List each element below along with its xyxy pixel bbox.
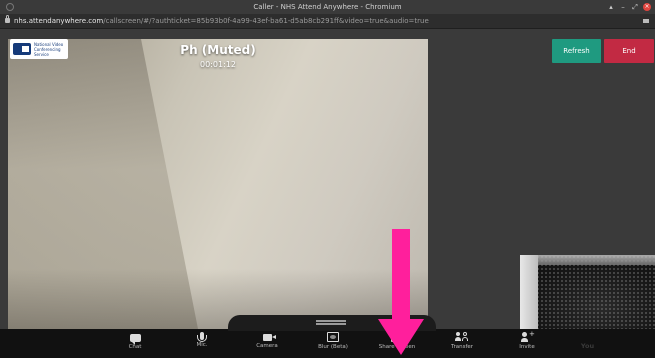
invite-icon: + [521,331,535,342]
browser-title-bar: Caller - NHS Attend Anywhere - Chromium … [0,0,655,14]
call-stage: National Video Conferencing Service Ph (… [0,29,655,358]
minimize-icon[interactable]: – [618,0,628,14]
blur-button[interactable]: Blur (Beta) [308,332,358,358]
refresh-button[interactable]: Refresh [552,39,601,63]
blur-icon [327,332,339,342]
url-host: nhs.attendanywhere.com [14,17,104,25]
extension-icon[interactable] [643,19,649,23]
mic-label: Mic. [196,342,208,348]
self-view-top [520,255,655,265]
camera-label: Camera [256,343,278,349]
window-menu-icon[interactable]: ▴ [606,0,616,14]
chat-icon [129,334,141,345]
mic-button[interactable]: Mic. [177,332,227,358]
call-timer: 00:01:12 [200,60,236,69]
drawer-handle[interactable] [316,320,346,322]
camera-button[interactable]: Camera [242,332,292,358]
url-text[interactable]: nhs.attendanywhere.com/callscreen/#/?aut… [14,14,429,28]
close-window-icon[interactable]: × [643,3,651,11]
url-path: /callscreen/#/?authticket=85b93b0f-4a99-… [103,17,429,25]
transfer-button[interactable]: Transfer [437,332,487,358]
self-view-video[interactable] [520,255,655,329]
caller-name: Ph (Muted) [180,43,256,57]
chat-button[interactable]: Chat [110,332,160,358]
remote-video [8,39,428,329]
chat-label: Chat [128,344,142,350]
self-view-mesh [520,255,655,329]
microphone-icon [197,332,207,342]
transfer-icon [455,332,469,342]
lock-icon [5,15,10,23]
camera-icon [262,334,276,341]
end-call-button[interactable]: End [604,39,654,63]
window-title: Caller - NHS Attend Anywhere - Chromium [253,3,402,11]
maximize-icon[interactable]: ⤢ [630,0,640,14]
transfer-label: Transfer [450,344,474,350]
annotation-arrow-icon [378,229,424,355]
address-bar[interactable]: nhs.attendanywhere.com/callscreen/#/?aut… [0,14,655,29]
self-view-left [520,255,538,329]
blur-label: Blur (Beta) [318,344,348,350]
self-view-label: You [580,342,595,350]
